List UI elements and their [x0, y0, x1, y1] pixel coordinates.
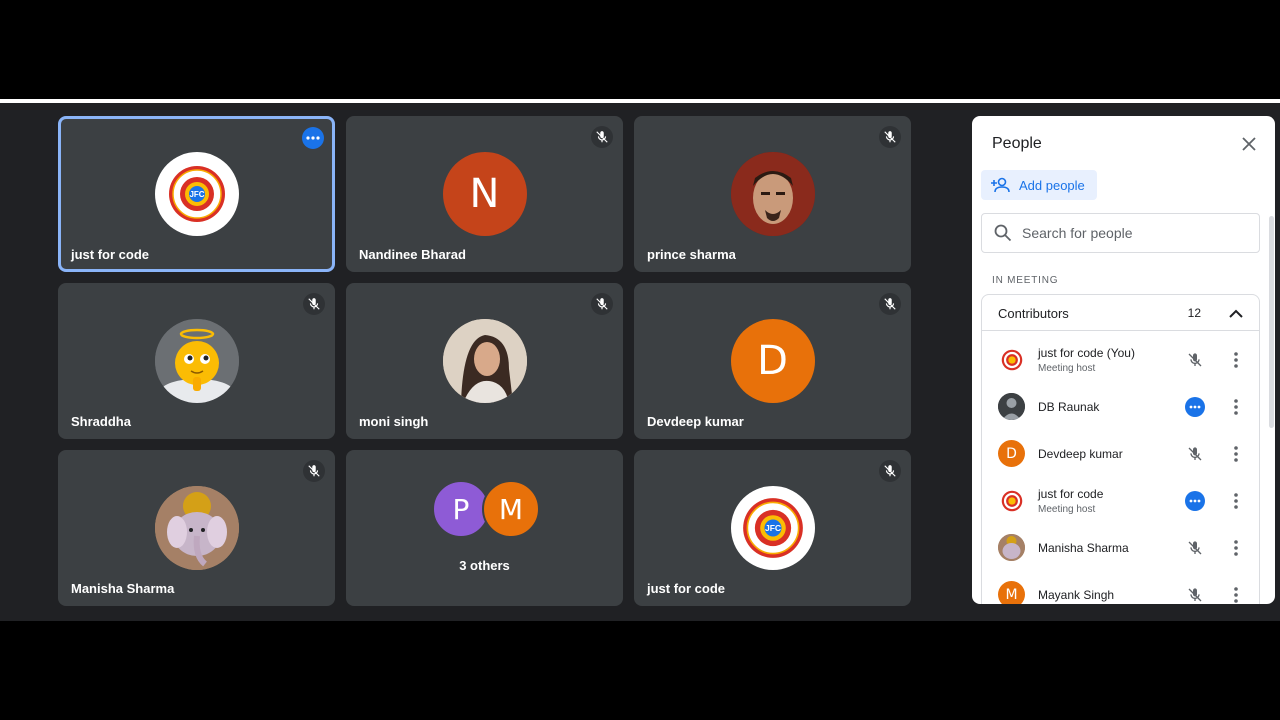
mic-off-icon: [591, 126, 613, 148]
mic-off-icon: [879, 460, 901, 482]
person-name: Devdeep kumar: [1038, 447, 1123, 461]
participant-name: moni singh: [359, 414, 429, 429]
more-vert-icon[interactable]: [1226, 490, 1246, 512]
avatar: [998, 346, 1025, 373]
panel-scrollbar[interactable]: [1269, 216, 1274, 428]
avatar: [154, 319, 239, 403]
avatar: N: [442, 152, 527, 236]
participant-tile-moni[interactable]: moni singh: [346, 283, 623, 439]
svg-text:JFC: JFC: [764, 523, 780, 533]
jfc-logo-icon: JFC: [168, 166, 225, 222]
mic-off-icon: [1184, 443, 1206, 465]
mic-off-icon: [1184, 349, 1206, 371]
avatar: D: [730, 319, 815, 403]
more-vert-icon[interactable]: [1226, 537, 1246, 559]
mic-off-icon: [303, 293, 325, 315]
more-options-icon: [1185, 397, 1205, 417]
avatar: [730, 152, 815, 236]
others-count-label: 3 others: [459, 558, 510, 573]
list-item-person[interactable]: just for code (You) Meeting host: [982, 336, 1261, 383]
avatar: [442, 319, 527, 403]
person-name: DB Raunak: [1038, 400, 1100, 414]
contributors-header[interactable]: Contributors 12: [982, 295, 1259, 331]
participant-name: just for code: [647, 581, 726, 596]
more-options-icon[interactable]: [302, 127, 324, 149]
contributors-section: Contributors 12 just for code (You) Meet…: [981, 294, 1260, 604]
close-icon[interactable]: [1239, 134, 1259, 154]
add-people-button[interactable]: Add people: [981, 170, 1097, 200]
bottom-black-bar: [0, 621, 1280, 720]
person-name: just for code: [1038, 487, 1104, 501]
others-avatars: P M: [432, 480, 542, 540]
jfc-logo-icon: [1001, 349, 1022, 370]
person-name: just for code (You): [1038, 346, 1135, 360]
participant-name: Devdeep kumar: [647, 414, 744, 429]
mic-off-icon: [1184, 537, 1206, 559]
participant-tile-others[interactable]: P M 3 others: [346, 450, 623, 606]
add-people-label: Add people: [1019, 177, 1085, 193]
participant-tile-prince[interactable]: prince sharma: [634, 116, 911, 272]
mic-off-icon: [879, 293, 901, 315]
contributors-label: Contributors: [998, 306, 1069, 321]
avatar: [998, 487, 1025, 514]
participant-tile-devdeep[interactable]: D Devdeep kumar: [634, 283, 911, 439]
mic-off-icon: [1184, 584, 1206, 604]
mic-off-icon: [303, 460, 325, 482]
more-vert-icon[interactable]: [1226, 584, 1246, 604]
participant-name: Shraddha: [71, 414, 131, 429]
more-options-icon: [1185, 491, 1205, 511]
avatar: [998, 534, 1025, 561]
svg-text:JFC: JFC: [189, 190, 204, 199]
person-role: Meeting host: [1038, 504, 1096, 515]
top-black-bar: [0, 0, 1280, 99]
participant-name: just for code: [71, 247, 150, 262]
avatar: [998, 393, 1025, 420]
portrait-icon: [730, 152, 815, 236]
mic-off-icon: [591, 293, 613, 315]
avatar: [154, 486, 239, 570]
avatar: JFC: [730, 486, 815, 570]
search-box[interactable]: [981, 213, 1260, 253]
person-role: Meeting host: [1038, 363, 1096, 374]
person-name: Mayank Singh: [1038, 588, 1115, 602]
participant-tile-manisha[interactable]: Manisha Sharma: [58, 450, 335, 606]
list-item-person[interactable]: D Devdeep kumar: [982, 430, 1261, 477]
portrait-icon: [998, 393, 1025, 420]
jfc-logo-icon: JFC: [742, 498, 803, 558]
more-vert-icon[interactable]: [1226, 349, 1246, 371]
section-label: IN MEETING: [992, 275, 1059, 286]
jfc-logo-icon: [1001, 490, 1022, 511]
panel-title: People: [992, 135, 1042, 152]
list-item-person[interactable]: DB Raunak: [982, 383, 1261, 430]
participant-name: Manisha Sharma: [71, 581, 175, 596]
contributors-count: 12: [1187, 306, 1201, 320]
participant-name: prince sharma: [647, 247, 736, 262]
chevron-up-icon[interactable]: [1227, 304, 1245, 322]
avatar: D: [998, 440, 1025, 467]
add-person-icon: [991, 177, 1010, 193]
portrait-icon: [442, 319, 527, 403]
search-input[interactable]: [1022, 225, 1242, 241]
people-panel: People Add people IN MEETING Contributor…: [972, 116, 1275, 604]
mic-off-icon: [879, 126, 901, 148]
list-item-person[interactable]: M Mayank Singh: [982, 571, 1261, 604]
participant-tile-just-for-code-2[interactable]: JFC just for code: [634, 450, 911, 606]
participant-tile-shraddha[interactable]: Shraddha: [58, 283, 335, 439]
participant-tile-just-for-code[interactable]: JFC just for code: [58, 116, 335, 272]
person-name: Manisha Sharma: [1038, 541, 1129, 555]
avatar-m: M: [482, 480, 540, 538]
list-item-person[interactable]: Manisha Sharma: [982, 524, 1261, 571]
avatar: JFC: [154, 152, 239, 236]
list-item-person[interactable]: just for code Meeting host: [982, 477, 1261, 524]
more-vert-icon[interactable]: [1226, 443, 1246, 465]
participant-name: Nandinee Bharad: [359, 247, 466, 262]
ganesha-image-icon: [154, 486, 239, 570]
participant-tile-nandinee[interactable]: N Nandinee Bharad: [346, 116, 623, 272]
more-vert-icon[interactable]: [1226, 396, 1246, 418]
avatar: M: [998, 581, 1025, 604]
angel-emoji-icon: [154, 319, 239, 403]
search-icon: [994, 224, 1012, 242]
ganesha-image-icon: [998, 534, 1025, 561]
